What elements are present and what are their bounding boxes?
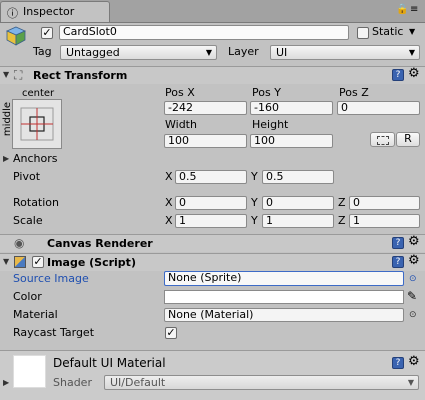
scale-z-field[interactable]: 1 (349, 214, 420, 228)
material-thumbnail (13, 355, 46, 388)
tag-dropdown[interactable]: Untagged ▼ (60, 45, 217, 60)
anchors-label[interactable]: Anchors (13, 152, 58, 166)
static-dropdown-arrow[interactable]: ▼ (409, 27, 415, 36)
object-picker-icon[interactable]: ⊙ (409, 272, 417, 286)
source-image-label: Source Image (13, 272, 89, 285)
rot-z-field[interactable]: 0 (349, 196, 420, 210)
pos-x-field[interactable]: -242 (164, 101, 247, 115)
image-enabled-checkbox[interactable]: ✓ (32, 256, 44, 268)
pos-y-label: Pos Y (252, 86, 281, 99)
pivot-y-field[interactable]: 0.5 (262, 170, 334, 184)
scale-z-label: Z (338, 214, 346, 227)
material-field[interactable]: None (Material) (164, 308, 404, 322)
pivot-label: Pivot (13, 170, 41, 183)
help-icon[interactable]: ? (392, 256, 404, 268)
layer-dropdown[interactable]: UI ▼ (270, 45, 420, 60)
pos-y-field[interactable]: -160 (250, 101, 333, 115)
scale-y-label: Y (251, 214, 258, 227)
height-field[interactable]: 100 (250, 134, 333, 148)
tab-inspector[interactable]: ⓘ Inspector (0, 1, 110, 22)
shader-value: UI/Default (110, 376, 166, 389)
chevron-down-icon: ▼ (407, 378, 414, 387)
pivot-y-label: Y (251, 170, 258, 183)
tag-value: Untagged (66, 46, 120, 59)
rot-x-field[interactable]: 0 (175, 196, 247, 210)
eyedropper-icon[interactable]: ✎ (407, 289, 417, 303)
pos-x-label: Pos X (165, 86, 195, 99)
blueprint-icon (376, 136, 389, 145)
rot-y-field[interactable]: 0 (262, 196, 334, 210)
tag-label: Tag (33, 45, 52, 58)
width-field[interactable]: 100 (164, 134, 247, 148)
active-checkbox[interactable]: ✓ (41, 27, 53, 39)
scale-y-field[interactable]: 1 (262, 214, 334, 228)
rect-transform-title: Rect Transform (33, 69, 128, 82)
chevron-down-icon: ▼ (408, 48, 415, 57)
help-icon[interactable]: ? (392, 237, 404, 249)
image-component-icon (14, 256, 26, 268)
help-icon[interactable]: ? (392, 69, 404, 81)
pos-z-field[interactable]: 0 (337, 101, 420, 115)
width-label: Width (165, 118, 197, 131)
gear-icon[interactable]: ⚙ (408, 355, 420, 369)
pivot-x-field[interactable]: 0.5 (175, 170, 247, 184)
pivot-x-label: X (165, 170, 173, 183)
eye-icon: ◉ (14, 236, 25, 250)
object-name-field[interactable]: CardSlot0 (59, 25, 349, 40)
gear-icon[interactable]: ⚙ (408, 254, 420, 268)
raw-edit-button[interactable]: R (396, 132, 420, 147)
pos-z-label: Pos Z (339, 86, 369, 99)
object-picker-icon[interactable]: ⊙ (409, 308, 417, 322)
chevron-down-icon: ▼ (205, 48, 212, 57)
raycast-target-checkbox[interactable]: ✓ (165, 327, 177, 339)
anchor-preset-button[interactable] (12, 99, 62, 149)
foldout-arrow-icon[interactable]: ▼ (3, 68, 9, 82)
shader-dropdown[interactable]: UI/Default ▼ (104, 375, 419, 390)
preview-foldout-icon[interactable]: ▶ (3, 376, 9, 390)
height-label: Height (252, 118, 289, 131)
anchors-foldout-icon[interactable]: ▶ (3, 152, 9, 166)
color-label: Color (13, 290, 42, 303)
scale-x-label: X (165, 214, 173, 227)
canvas-renderer-title: Canvas Renderer (47, 237, 153, 250)
layer-value: UI (276, 46, 288, 59)
gear-icon[interactable]: ⚙ (408, 67, 420, 81)
tab-title: Inspector (23, 5, 75, 18)
menu-icon[interactable]: ≡ (410, 4, 418, 15)
source-image-field[interactable]: None (Sprite) (164, 271, 404, 286)
rect-transform-icon: ⛶ (14, 68, 23, 82)
material-label: Material (13, 308, 58, 321)
rotation-label: Rotation (13, 196, 60, 209)
lock-icon[interactable]: 🔒 (396, 4, 408, 15)
static-checkbox[interactable] (357, 27, 369, 39)
gear-icon[interactable]: ⚙ (408, 235, 420, 249)
raycast-target-label: Raycast Target (13, 326, 95, 339)
scale-x-field[interactable]: 1 (175, 214, 247, 228)
static-label: Static (372, 25, 404, 38)
rot-y-label: Y (251, 196, 258, 209)
material-preview-title: Default UI Material (53, 356, 166, 370)
gameobject-icon (5, 25, 27, 47)
scale-label: Scale (13, 214, 43, 227)
layer-label: Layer (228, 45, 259, 58)
info-icon: ⓘ (7, 7, 18, 20)
shader-label: Shader (53, 376, 92, 389)
rot-x-label: X (165, 196, 173, 209)
color-swatch[interactable] (164, 290, 404, 304)
rot-z-label: Z (338, 196, 346, 209)
foldout-arrow-icon[interactable]: ▼ (3, 255, 9, 269)
help-icon[interactable]: ? (392, 357, 404, 369)
anchor-preset-icon (20, 107, 54, 141)
blueprint-mode-button[interactable] (370, 132, 395, 147)
image-script-title: Image (Script) (47, 256, 136, 269)
